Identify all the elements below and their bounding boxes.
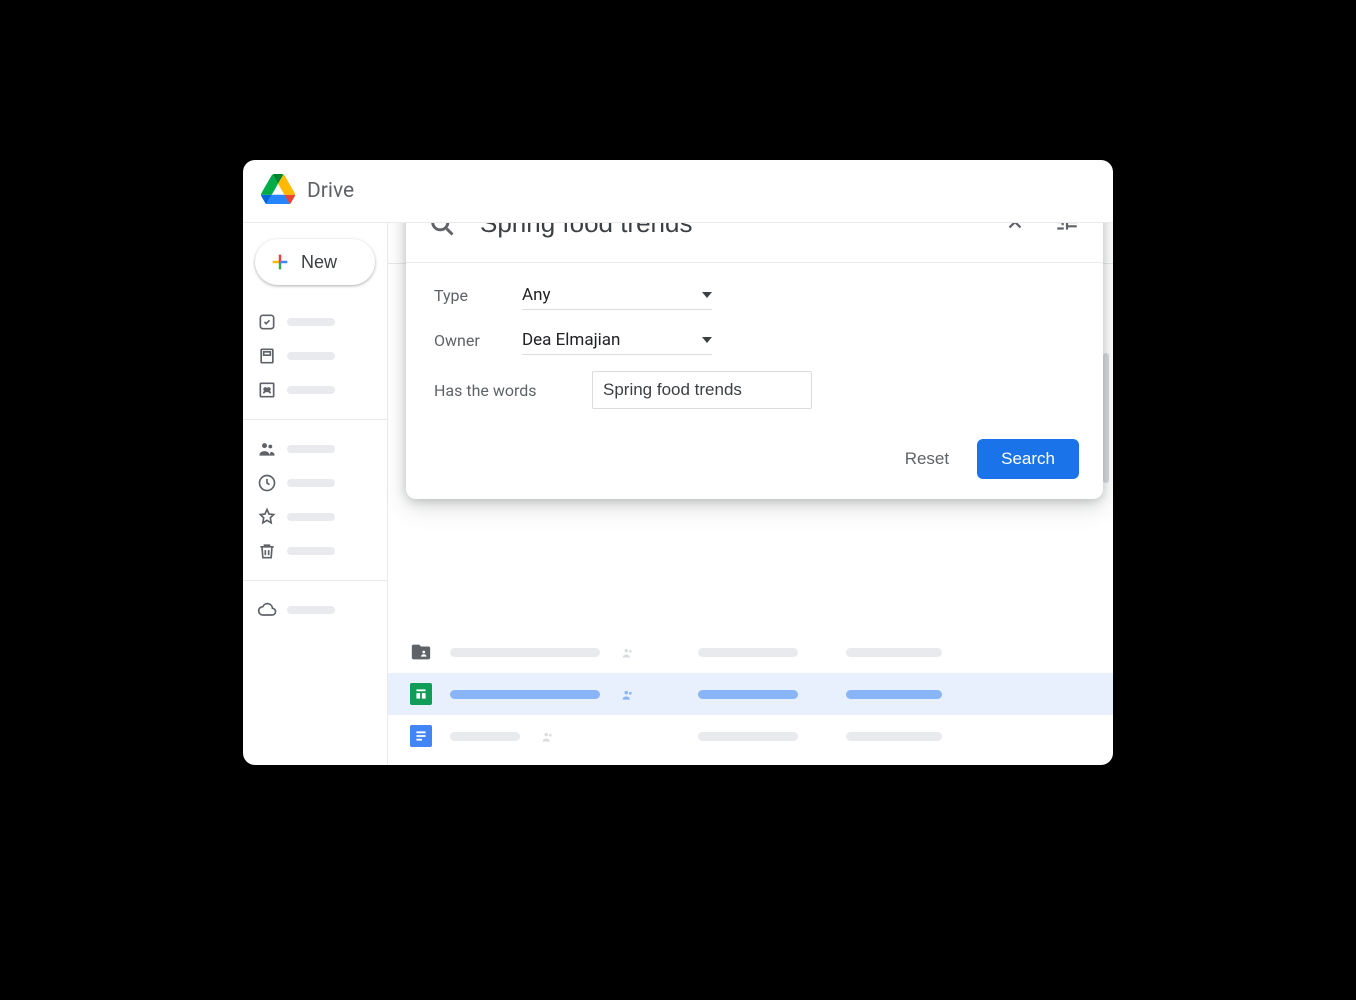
drive-logo-icon: [261, 174, 295, 208]
sidebar-item-starred[interactable]: [243, 500, 387, 534]
sidebar-item-mydrive[interactable]: [243, 339, 387, 373]
filter-owner-row: Owner Dea Elmajian: [434, 326, 1075, 355]
filter-toggle-button[interactable]: [1053, 223, 1081, 238]
filter-owner-value: Dea Elmajian: [522, 330, 620, 350]
filter-type-select[interactable]: Any: [522, 281, 712, 310]
file-owner-placeholder: [698, 648, 798, 657]
chevron-down-icon: [702, 337, 712, 343]
filter-type-label: Type: [434, 286, 522, 305]
file-date-placeholder: [846, 648, 942, 657]
search-icon: [428, 223, 456, 238]
nav-group-3: [243, 591, 387, 629]
content-area: Type Any Owner Dea Elmajian: [388, 223, 1113, 765]
sheets-icon: [410, 683, 432, 705]
search-panel: Type Any Owner Dea Elmajian: [406, 223, 1103, 499]
nav-divider: [243, 580, 387, 581]
file-row[interactable]: [388, 631, 1113, 673]
sidebar-item-storage[interactable]: [243, 593, 387, 627]
nav-group-1: [243, 303, 387, 409]
sidebar-item-shared[interactable]: [243, 432, 387, 466]
reset-button[interactable]: Reset: [895, 441, 959, 477]
drive-outline-icon: [257, 346, 277, 366]
sidebar-item-priority[interactable]: [243, 305, 387, 339]
drive-window: Drive New: [243, 160, 1113, 765]
nav-placeholder: [287, 513, 335, 521]
scrollbar[interactable]: [1103, 353, 1109, 483]
check-badge-icon: [257, 312, 277, 332]
sidebar: New: [243, 223, 388, 765]
cloud-icon: [257, 600, 277, 620]
filter-type-row: Type Any: [434, 281, 1075, 310]
file-owner-placeholder: [698, 732, 798, 741]
clock-icon: [257, 473, 277, 493]
search-actions: Reset Search: [406, 431, 1103, 499]
nav-group-2: [243, 430, 387, 570]
nav-placeholder: [287, 445, 335, 453]
filter-owner-label: Owner: [434, 331, 522, 350]
chevron-down-icon: [702, 292, 712, 298]
people-icon: [257, 439, 277, 459]
people-icon: [618, 687, 638, 701]
shared-drives-icon: [257, 380, 277, 400]
app-body: New: [243, 223, 1113, 765]
nav-placeholder: [287, 606, 335, 614]
filter-type-value: Any: [522, 285, 551, 305]
filter-owner-select[interactable]: Dea Elmajian: [522, 326, 712, 355]
file-date-placeholder: [846, 732, 942, 741]
plus-icon: [269, 251, 291, 273]
file-row[interactable]: [388, 715, 1113, 757]
people-icon: [538, 729, 558, 743]
docs-icon: [410, 725, 432, 747]
nav-placeholder: [287, 547, 335, 555]
file-name-placeholder: [450, 648, 600, 657]
file-list: [388, 631, 1113, 757]
close-icon: [1004, 223, 1026, 236]
search-bar: [406, 223, 1103, 263]
tune-icon: [1054, 223, 1080, 238]
nav-placeholder: [287, 352, 335, 360]
nav-placeholder: [287, 479, 335, 487]
new-button[interactable]: New: [255, 239, 375, 285]
star-icon: [257, 507, 277, 527]
sidebar-item-trash[interactable]: [243, 534, 387, 568]
search-filters: Type Any Owner Dea Elmajian: [406, 263, 1103, 431]
file-owner-placeholder: [698, 690, 798, 699]
folder-shared-icon: [410, 641, 432, 663]
search-button[interactable]: Search: [977, 439, 1079, 479]
file-name-placeholder: [450, 732, 520, 741]
app-header: Drive: [243, 160, 1113, 223]
trash-icon: [257, 541, 277, 561]
nav-placeholder: [287, 386, 335, 394]
clear-search-button[interactable]: [1001, 223, 1029, 238]
new-button-label: New: [301, 252, 337, 273]
filter-words-row: Has the words: [434, 371, 1075, 409]
file-name-placeholder: [450, 690, 600, 699]
sidebar-item-recent[interactable]: [243, 466, 387, 500]
nav-placeholder: [287, 318, 335, 326]
sidebar-item-shared-drives[interactable]: [243, 373, 387, 407]
file-row[interactable]: [388, 673, 1113, 715]
people-icon: [618, 645, 638, 659]
search-input[interactable]: [480, 223, 977, 239]
filter-words-input[interactable]: [592, 371, 812, 409]
nav-divider: [243, 419, 387, 420]
app-title: Drive: [307, 179, 354, 203]
file-date-placeholder: [846, 690, 942, 699]
filter-words-label: Has the words: [434, 381, 592, 400]
